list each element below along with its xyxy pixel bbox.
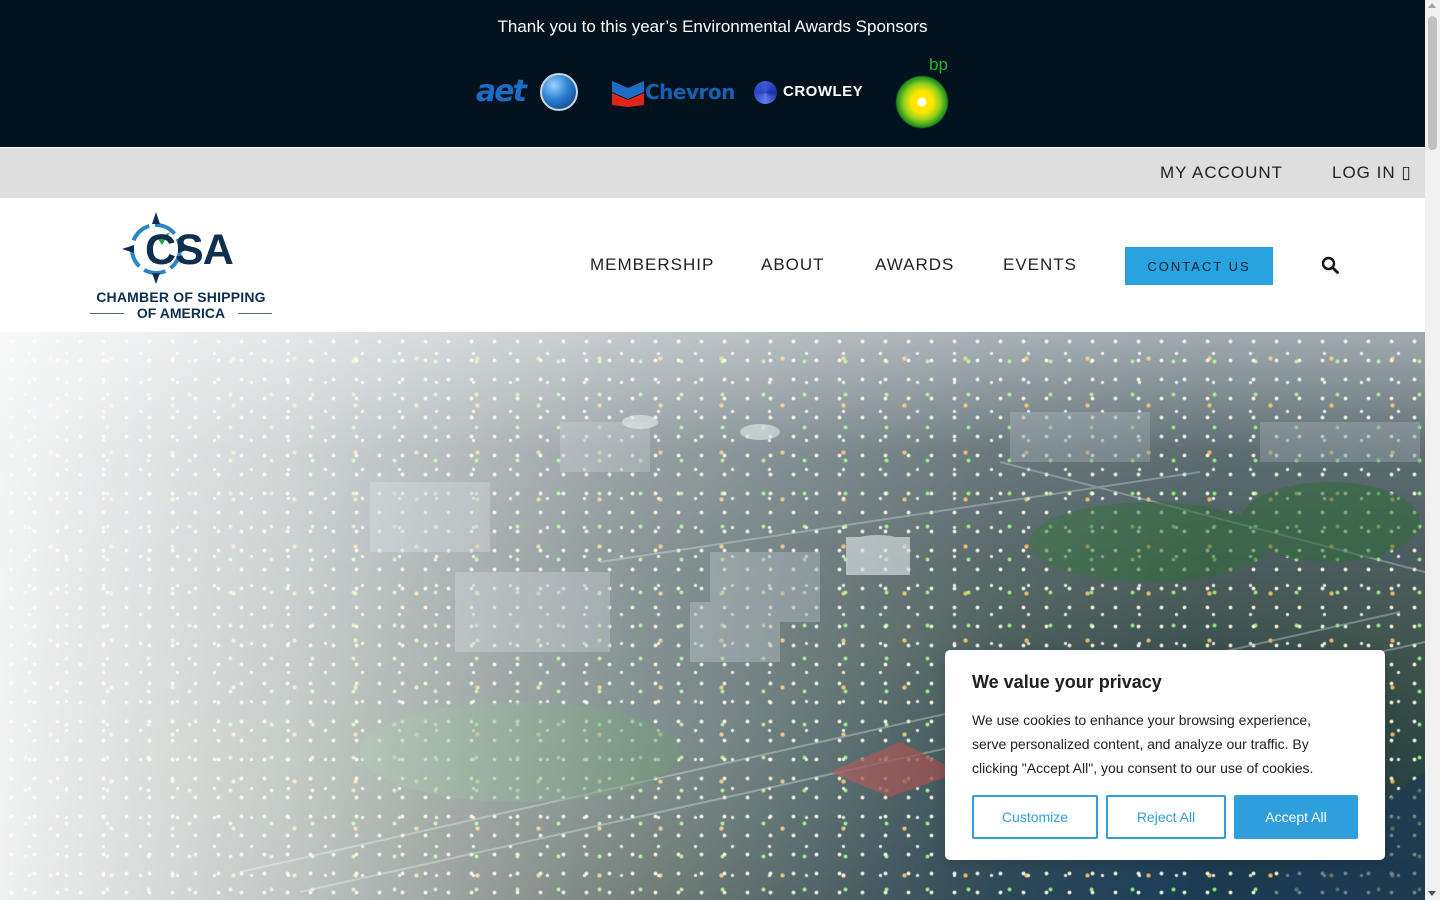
bp-sponsor-logo[interactable]: bp — [893, 55, 953, 129]
aet-sponsor-logo[interactable]: aet — [474, 70, 584, 116]
my-account-link[interactable]: MY ACCOUNT — [1160, 163, 1283, 183]
crowley-logo-text: CROWLEY — [783, 83, 864, 100]
nav-awards[interactable]: AWARDS — [875, 255, 954, 275]
cookie-title: We value your privacy — [972, 672, 1162, 692]
site-header: CSA CHAMBER OF SHIPPING OF AMERICA MEMBE… — [0, 198, 1425, 332]
chevron-mark-icon — [612, 81, 644, 107]
cookie-description: We use cookies to enhance your browsing … — [972, 712, 1314, 776]
log-in-link[interactable]: LOG IN ▯ — [1332, 163, 1412, 183]
csa-logo-mark-text: CSA — [145, 226, 234, 274]
chevron-logo-text: Chevron — [645, 80, 735, 104]
csa-logo-line1: CHAMBER OF SHIPPING — [96, 289, 266, 305]
scrollbar-thumb[interactable] — [1428, 16, 1437, 150]
account-bar: MY ACCOUNT LOG IN ▯ — [0, 148, 1425, 198]
globe-icon — [540, 73, 578, 111]
cookie-consent-dialog: We value your privacy We use cookies to … — [945, 650, 1385, 860]
contact-us-button[interactable]: CONTACT US — [1125, 247, 1273, 285]
sponsor-banner: Thank you to this year’s Environmental A… — [0, 0, 1425, 147]
nav-membership[interactable]: MEMBERSHIP — [590, 255, 714, 275]
nav-events[interactable]: EVENTS — [1003, 255, 1077, 275]
bp-logo-text: bp — [929, 55, 948, 74]
accept-all-button[interactable]: Accept All — [1234, 795, 1358, 839]
aet-logo-text: aet — [476, 74, 527, 109]
vertical-scrollbar[interactable] — [1425, 0, 1440, 900]
customize-button[interactable]: Customize — [972, 795, 1098, 839]
page: Thank you to this year’s Environmental A… — [0, 0, 1425, 900]
reject-all-button[interactable]: Reject All — [1106, 795, 1226, 839]
search-icon[interactable] — [1321, 256, 1339, 274]
crowley-sponsor-logo[interactable]: CROWLEY — [754, 80, 864, 106]
scroll-down-arrow-icon[interactable] — [1428, 891, 1436, 896]
scroll-up-arrow-icon[interactable] — [1428, 3, 1436, 8]
sponsor-banner-title: Thank you to this year’s Environmental A… — [497, 17, 928, 36]
csa-logo[interactable]: CSA CHAMBER OF SHIPPING OF AMERICA — [88, 212, 274, 321]
helios-flower-icon — [895, 75, 949, 129]
nav-about[interactable]: ABOUT — [761, 255, 825, 275]
crowley-mark-icon — [754, 81, 777, 104]
chevron-sponsor-logo[interactable]: Chevron — [612, 78, 735, 108]
logo-divider-right — [238, 313, 272, 314]
